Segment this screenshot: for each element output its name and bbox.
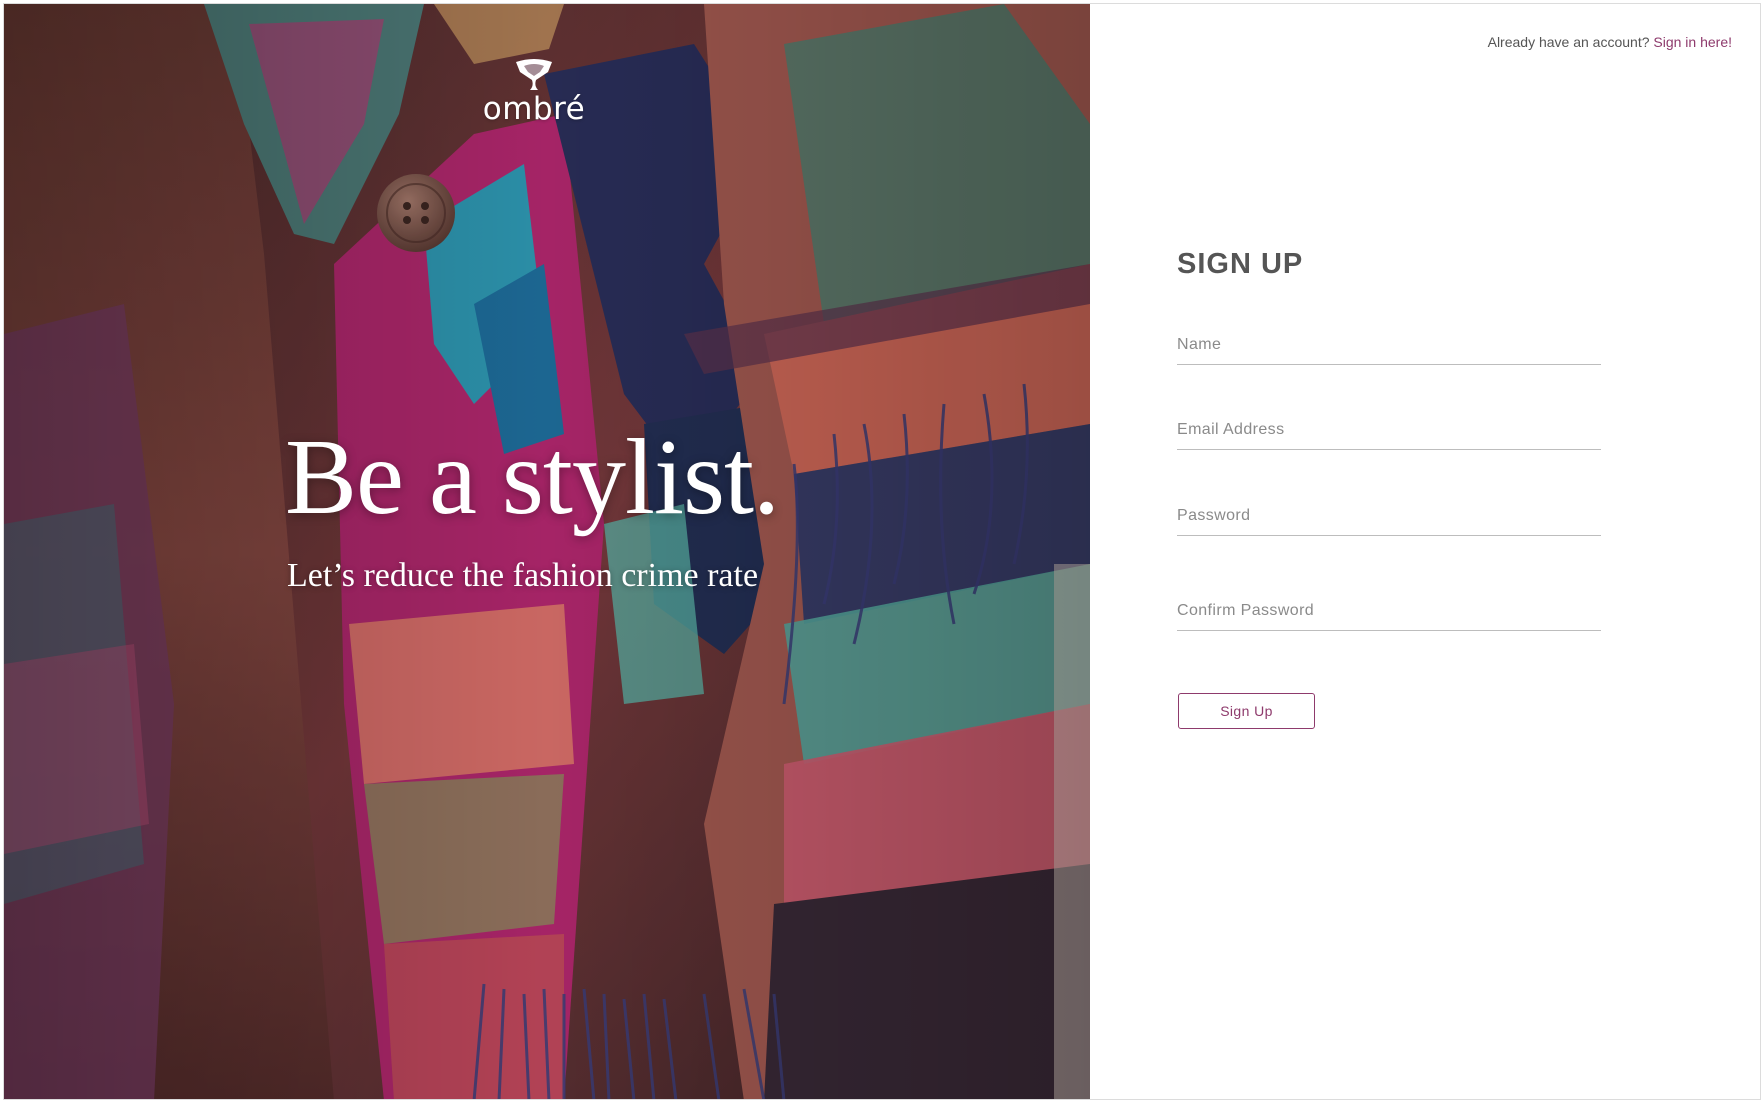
confirm-password-field: [1177, 594, 1601, 631]
brand-logo[interactable]: ombré: [454, 58, 614, 125]
confirm-password-input[interactable]: [1177, 594, 1601, 628]
hero-photo: [4, 4, 1090, 1099]
hero-subheadline: Let’s reduce the fashion crime rate: [287, 557, 759, 594]
account-prompt-text: Already have an account?: [1487, 34, 1650, 50]
email-input[interactable]: [1177, 413, 1601, 447]
brand-wordmark: ombré: [482, 91, 586, 127]
name-field: [1177, 328, 1601, 365]
account-prompt: Already have an account? Sign in here!: [1488, 34, 1732, 50]
password-input[interactable]: [1177, 499, 1601, 533]
form-title: SIGN UP: [1177, 248, 1304, 280]
signin-link[interactable]: Sign in here!: [1653, 34, 1732, 50]
hero-headline: Be a stylist.: [285, 418, 780, 537]
signup-panel: Already have an account? Sign in here! S…: [1090, 4, 1760, 1099]
signup-button[interactable]: Sign Up: [1178, 693, 1315, 729]
signup-page: ombré Be a stylist. Let’s reduce the fas…: [3, 3, 1761, 1100]
name-input[interactable]: [1177, 328, 1601, 362]
email-field: [1177, 413, 1601, 450]
password-field: [1177, 499, 1601, 536]
hero-panel: ombré Be a stylist. Let’s reduce the fas…: [4, 4, 1090, 1099]
hanger-bow-icon: [516, 59, 552, 90]
